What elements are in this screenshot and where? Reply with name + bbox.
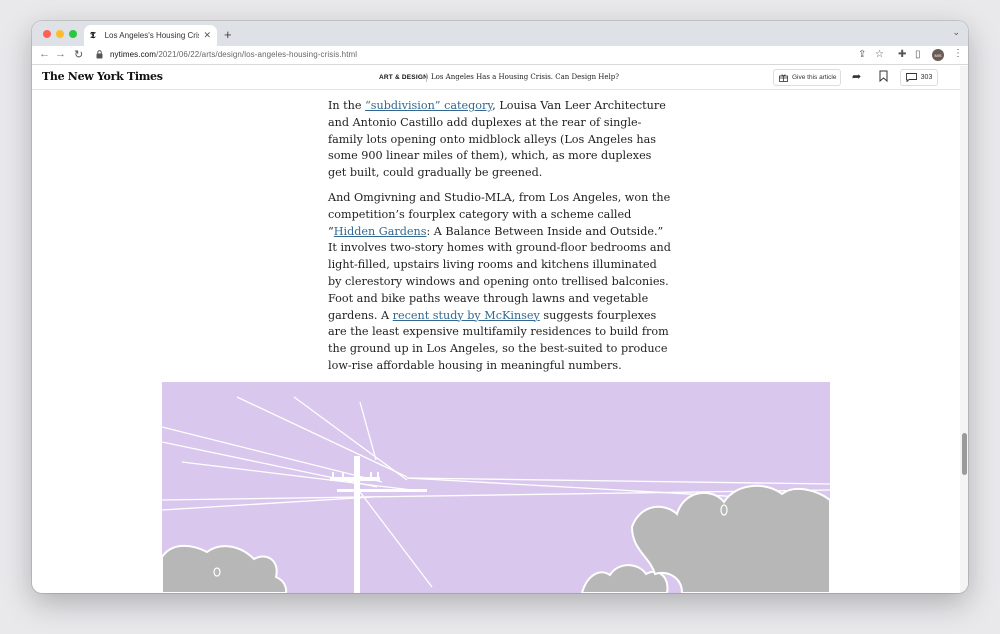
url-path: /2021/06/22/arts/design/los-angeles-hous… <box>156 50 358 59</box>
article-paragraph: And Omgivning and Studio-MLA, from Los A… <box>328 190 673 375</box>
comment-icon <box>905 73 917 82</box>
profile-avatar[interactable]: MIS <box>932 49 944 61</box>
back-arrow-icon[interactable]: ← <box>39 48 50 60</box>
header-headline: Los Angeles Has a Housing Crisis. Can De… <box>431 73 620 81</box>
nyt-logo[interactable]: The New York Times <box>42 70 163 83</box>
reload-icon[interactable]: ↻ <box>74 48 83 61</box>
mckinsey-study-link[interactable]: recent study by McKinsey <box>393 309 540 322</box>
browser-window: 𝕿 Los Angeles's Housing Crisis: ✕ + ⌄ ← … <box>32 21 968 593</box>
browser-toolbar: ← → ↻ nytimes.com/2021/06/22/arts/design… <box>32 46 968 65</box>
gift-icon <box>779 74 788 82</box>
power-pole-trees-illustration <box>162 396 830 593</box>
give-article-button[interactable]: Give this article <box>773 69 841 86</box>
new-tab-button[interactable]: + <box>224 27 232 42</box>
bookmark-icon[interactable] <box>879 70 888 82</box>
share-icon[interactable]: ⇪ <box>858 49 866 60</box>
section-label[interactable]: ART & DESIGN <box>379 74 428 81</box>
kebab-menu-icon[interactable]: ⋮ <box>953 48 963 59</box>
nyt-favicon-icon: 𝕿 <box>90 30 96 41</box>
url-host: nytimes.com <box>110 50 156 59</box>
minimize-window-button[interactable] <box>56 30 64 38</box>
share-arrow-icon[interactable]: ➦ <box>852 70 861 83</box>
paragraph-text: In the <box>328 99 366 112</box>
scrollbar-thumb[interactable] <box>962 433 967 475</box>
close-window-button[interactable] <box>43 30 51 38</box>
header-divider <box>426 73 427 82</box>
tab-search-icon[interactable]: ⌄ <box>952 27 960 38</box>
star-icon[interactable]: ☆ <box>875 49 884 60</box>
article-illustration <box>162 382 830 593</box>
close-tab-icon[interactable]: ✕ <box>203 30 211 41</box>
comment-count: 303 <box>920 74 933 81</box>
address-bar[interactable]: nytimes.com/2021/06/22/arts/design/los-a… <box>110 50 357 59</box>
paragraph-text: : A Balance Between Inside and Outside.”… <box>328 224 671 322</box>
comments-button[interactable]: 303 <box>900 69 938 86</box>
tab-title: Los Angeles's Housing Crisis: <box>104 31 200 40</box>
lock-icon[interactable] <box>96 50 103 59</box>
hidden-gardens-link[interactable]: Hidden Gardens <box>334 225 427 238</box>
forward-arrow-icon[interactable]: → <box>55 48 66 60</box>
nyt-sticky-header: The New York Times ART & DESIGN Los Ange… <box>32 66 960 90</box>
article-body: In the “subdivision” category, Louisa Va… <box>328 98 673 383</box>
scrollbar-track[interactable] <box>960 66 968 593</box>
side-panel-icon[interactable]: ▯ <box>915 49 921 60</box>
browser-tab[interactable]: 𝕿 Los Angeles's Housing Crisis: ✕ <box>84 25 217 46</box>
give-article-label: Give this article <box>792 74 837 81</box>
extensions-icon[interactable]: ✚ <box>898 49 906 60</box>
zoom-window-button[interactable] <box>69 30 77 38</box>
tab-strip: 𝕿 Los Angeles's Housing Crisis: ✕ + ⌄ <box>32 21 968 46</box>
article-paragraph: In the “subdivision” category, Louisa Va… <box>328 98 673 182</box>
subdivision-category-link[interactable]: “subdivision” category <box>365 99 492 112</box>
